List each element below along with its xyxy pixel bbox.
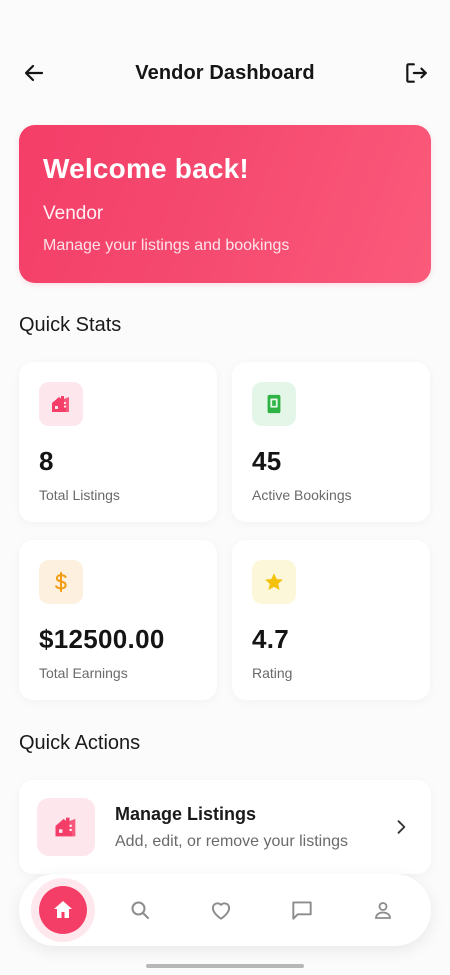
chat-icon [292, 901, 312, 920]
nav-search[interactable] [112, 882, 168, 938]
stat-value: 8 [39, 446, 54, 476]
stat-value: $12500.00 [39, 624, 165, 654]
star-icon [265, 573, 283, 590]
stat-label: Rating [252, 665, 293, 681]
page-title: Vendor Dashboard [135, 61, 315, 84]
action-subtitle: Add, edit, or remove your listings [115, 832, 348, 850]
stat-icon-wrap [252, 382, 296, 426]
welcome-heading: Welcome back! [43, 153, 249, 184]
home-icon [54, 901, 73, 918]
stat-label: Active Bookings [252, 487, 352, 503]
nav-home[interactable] [39, 886, 88, 934]
logout-button[interactable] [400, 57, 432, 89]
action-texts: Manage Listings Add, edit, or remove you… [115, 804, 389, 851]
action-icon-wrap [37, 798, 95, 856]
heart-icon [211, 902, 231, 920]
manage-listings-action[interactable]: Manage Listings Add, edit, or remove you… [19, 780, 431, 874]
stat-card-total-earnings[interactable]: $12500.00 Total Earnings [19, 540, 217, 700]
stat-icon-wrap [39, 382, 83, 426]
app-root: Vendor Dashboard Welcome back! Vendor Ma… [0, 0, 450, 975]
nav-profile[interactable] [355, 882, 411, 938]
nav-favorites[interactable] [193, 882, 249, 938]
house-icon [52, 396, 69, 412]
action-title: Manage Listings [115, 803, 257, 824]
stat-card-total-listings[interactable]: 8 Total Listings [19, 362, 217, 522]
stat-value: 45 [252, 446, 282, 476]
stat-icon-wrap [39, 560, 83, 604]
top-bar: Vendor Dashboard [0, 50, 450, 96]
stat-value: 4.7 [252, 624, 290, 654]
logout-icon [406, 63, 427, 83]
stat-card-active-bookings[interactable]: 45 Active Bookings [232, 362, 430, 522]
arrow-left-icon [24, 64, 44, 82]
nav-messages[interactable] [274, 882, 330, 938]
stat-label: Total Earnings [39, 665, 128, 681]
profile-icon [374, 902, 391, 919]
chevron-right-icon [389, 817, 413, 837]
search-icon [131, 901, 150, 919]
welcome-name: Vendor [43, 203, 104, 224]
bottom-nav [19, 874, 431, 946]
stat-label: Total Listings [39, 487, 120, 503]
quick-actions-title: Quick Actions [19, 732, 141, 754]
quick-stats-title: Quick Stats [19, 314, 122, 336]
home-indicator[interactable] [146, 964, 304, 968]
welcome-subtitle: Manage your listings and bookings [43, 237, 290, 254]
house-icon [55, 817, 76, 837]
stat-icon-wrap [252, 560, 296, 604]
back-button[interactable] [18, 57, 50, 89]
welcome-card: Welcome back! Vendor Manage your listing… [19, 125, 431, 283]
booking-icon [267, 394, 281, 414]
stat-card-rating[interactable]: 4.7 Rating [232, 540, 430, 700]
dollar-icon [55, 571, 67, 593]
